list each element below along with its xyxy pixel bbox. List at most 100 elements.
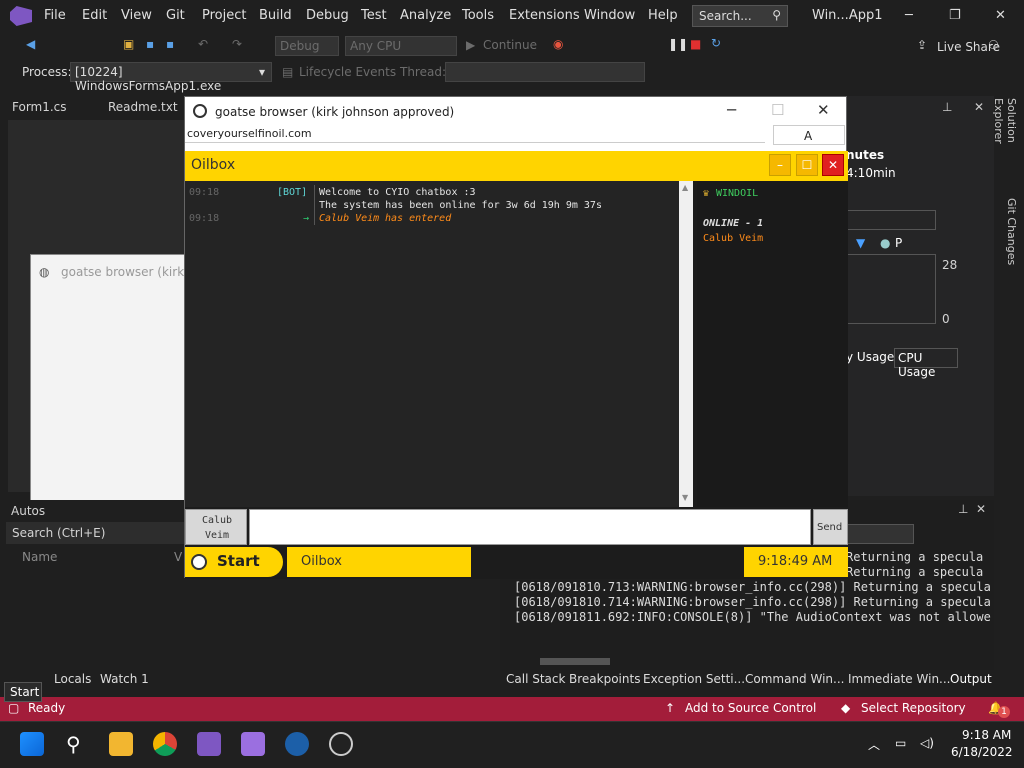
close-icon[interactable]: ✕ [995, 8, 1006, 23]
filter-icon[interactable]: ▼ [856, 236, 865, 250]
menu-file[interactable]: File [44, 8, 66, 23]
feedback-icon[interactable]: ⚇ [988, 38, 999, 52]
output-scrollbar[interactable] [540, 658, 610, 665]
minimize-icon[interactable]: ─ [905, 8, 913, 23]
menu-git[interactable]: Git [166, 8, 185, 23]
select-repository[interactable]: Select Repository [861, 701, 966, 715]
solution-explorer-tab[interactable]: Solution Explorer [992, 98, 1018, 188]
menu-debug[interactable]: Debug [306, 8, 349, 23]
scroll-up-icon[interactable]: ▲ [682, 183, 688, 192]
menu-extensions[interactable]: Extensions [509, 8, 580, 23]
menu-analyze[interactable]: Analyze [400, 8, 451, 23]
tab-immediate-window[interactable]: Immediate Win... [848, 672, 951, 686]
redo-icon[interactable]: ↷ [232, 37, 242, 51]
tab-form1-cs[interactable]: Form1.cs [12, 100, 67, 114]
p-label: P [895, 236, 903, 250]
open-folder-icon[interactable]: ▣ [123, 37, 134, 51]
tab-cpu-usage[interactable]: CPU Usage [894, 348, 958, 379]
stop-icon[interactable]: ■ [690, 37, 701, 51]
file-explorer-icon[interactable] [109, 732, 133, 756]
message-input[interactable] [249, 509, 811, 545]
chat-message: has entered [385, 213, 452, 224]
restart-icon[interactable]: ↻ [711, 36, 721, 50]
pane-close-icon[interactable]: ✕ [974, 100, 984, 114]
tab-exception-settings[interactable]: Exception Setti... [643, 672, 745, 686]
oilbox-titlebar[interactable]: Oilbox – ☐ ✕ [185, 151, 848, 181]
taskbar-search-icon[interactable]: ⚲ [66, 732, 81, 756]
tab-call-stack[interactable]: Call Stack [506, 672, 565, 686]
oilbox-window: Oilbox – ☐ ✕ 09:18 [BOT] Welcome to CYIO… [185, 151, 848, 579]
oilbox-minimize-button[interactable]: – [769, 154, 791, 176]
continue-icon[interactable]: ▶ [466, 38, 475, 52]
menu-tools[interactable]: Tools [462, 8, 494, 23]
continue-button[interactable]: Continue [483, 38, 537, 52]
process-dropdown[interactable]: [10224] WindowsFormsApp1.exe ▾ [70, 62, 272, 93]
oilbox-close-button[interactable]: ✕ [822, 154, 844, 176]
diagnostic-tools-pane: ⊥ ✕ nutes 4:10min ▼ ● P 28 0 y Usage CPU… [846, 96, 994, 496]
clock-date[interactable]: 6/18/2022 [951, 745, 1013, 759]
tray-chevron-icon[interactable]: ︿ [868, 736, 880, 753]
thread-dropdown[interactable] [445, 62, 645, 82]
configuration-dropdown[interactable]: Debug [275, 36, 339, 56]
autos-search-input[interactable]: Search (Ctrl+E) [6, 522, 186, 544]
oilbox-maximize-button[interactable]: ☐ [796, 154, 818, 176]
url-input[interactable]: coveryourselfinoil.com [185, 125, 765, 143]
menu-test[interactable]: Test [361, 8, 387, 23]
chat-scrollbar[interactable]: ▲ ▼ [679, 181, 693, 507]
start-button[interactable]: Start [185, 547, 283, 577]
a-button[interactable]: A [773, 125, 845, 145]
menu-project[interactable]: Project [202, 8, 246, 23]
tab-watch-1[interactable]: Watch 1 [100, 672, 149, 686]
back-icon[interactable]: ◀ [26, 37, 35, 51]
save-icon[interactable]: ▪ [146, 37, 154, 51]
menu-help[interactable]: Help [648, 8, 678, 23]
network-icon[interactable]: ▭ [895, 736, 906, 750]
tab-command-window[interactable]: Command Win... [745, 672, 844, 686]
menu-view[interactable]: View [121, 8, 152, 23]
tab-locals[interactable]: Locals [54, 672, 91, 686]
output-close-icon[interactable]: ✕ [976, 502, 986, 516]
oilbox-task-button[interactable]: Oilbox [287, 547, 471, 577]
tab-output[interactable]: Output [950, 672, 992, 686]
close-icon[interactable]: ✕ [817, 101, 830, 119]
menu-edit[interactable]: Edit [82, 8, 107, 23]
output-source-dropdown[interactable] [846, 524, 914, 544]
visual-studio-logo-icon[interactable] [10, 6, 32, 26]
save-all-icon[interactable]: ▪ [166, 37, 174, 51]
volume-icon[interactable]: ◁) [920, 736, 934, 750]
windows-start-icon[interactable] [20, 732, 44, 756]
globe-browser-icon[interactable] [329, 732, 353, 756]
add-to-source-control[interactable]: Add to Source Control [685, 701, 816, 715]
timeline-bar[interactable] [846, 210, 936, 230]
pause-icon[interactable]: ❚❚ [668, 37, 688, 51]
live-share-icon[interactable]: ⇪ [917, 38, 927, 52]
minimize-icon[interactable]: ─ [727, 101, 736, 119]
undo-icon[interactable]: ↶ [198, 37, 208, 51]
search-box[interactable]: Search... ⚲ [692, 5, 788, 27]
output-pin-icon[interactable]: ⊥ [958, 502, 968, 516]
visual-studio-icon[interactable] [197, 732, 221, 756]
tab-memory-usage[interactable]: y Usage [846, 350, 894, 364]
send-button[interactable]: Send [813, 509, 848, 545]
output-line: Returning a specula [846, 550, 984, 564]
visual-studio-preview-icon[interactable] [241, 732, 265, 756]
restore-icon[interactable]: ❐ [949, 8, 961, 23]
tab-breakpoints[interactable]: Breakpoints [569, 672, 640, 686]
hot-reload-icon[interactable]: ◉ [553, 37, 563, 51]
snapshot-icon[interactable]: ● [880, 236, 890, 250]
online-user[interactable]: Calub Veim [703, 233, 763, 244]
menu-build[interactable]: Build [259, 8, 292, 23]
scroll-down-icon[interactable]: ▼ [682, 493, 688, 502]
lifecycle-events-button[interactable]: Lifecycle Events [299, 65, 396, 79]
clock-time[interactable]: 9:18 AM [962, 728, 1011, 742]
platform-dropdown[interactable]: Any CPU [345, 36, 457, 56]
maximize-icon[interactable]: ☐ [771, 101, 784, 119]
app-icon[interactable] [285, 732, 309, 756]
username-box[interactable]: Calub Veim [185, 509, 247, 545]
chrome-icon[interactable] [153, 732, 177, 756]
menu-window[interactable]: Window [584, 8, 635, 23]
chat-username[interactable]: Calub Veim [319, 213, 379, 224]
pin-icon[interactable]: ⊥ [942, 100, 952, 114]
tab-readme-txt[interactable]: Readme.txt [108, 100, 178, 114]
git-changes-tab[interactable]: Git Changes [1000, 198, 1018, 268]
